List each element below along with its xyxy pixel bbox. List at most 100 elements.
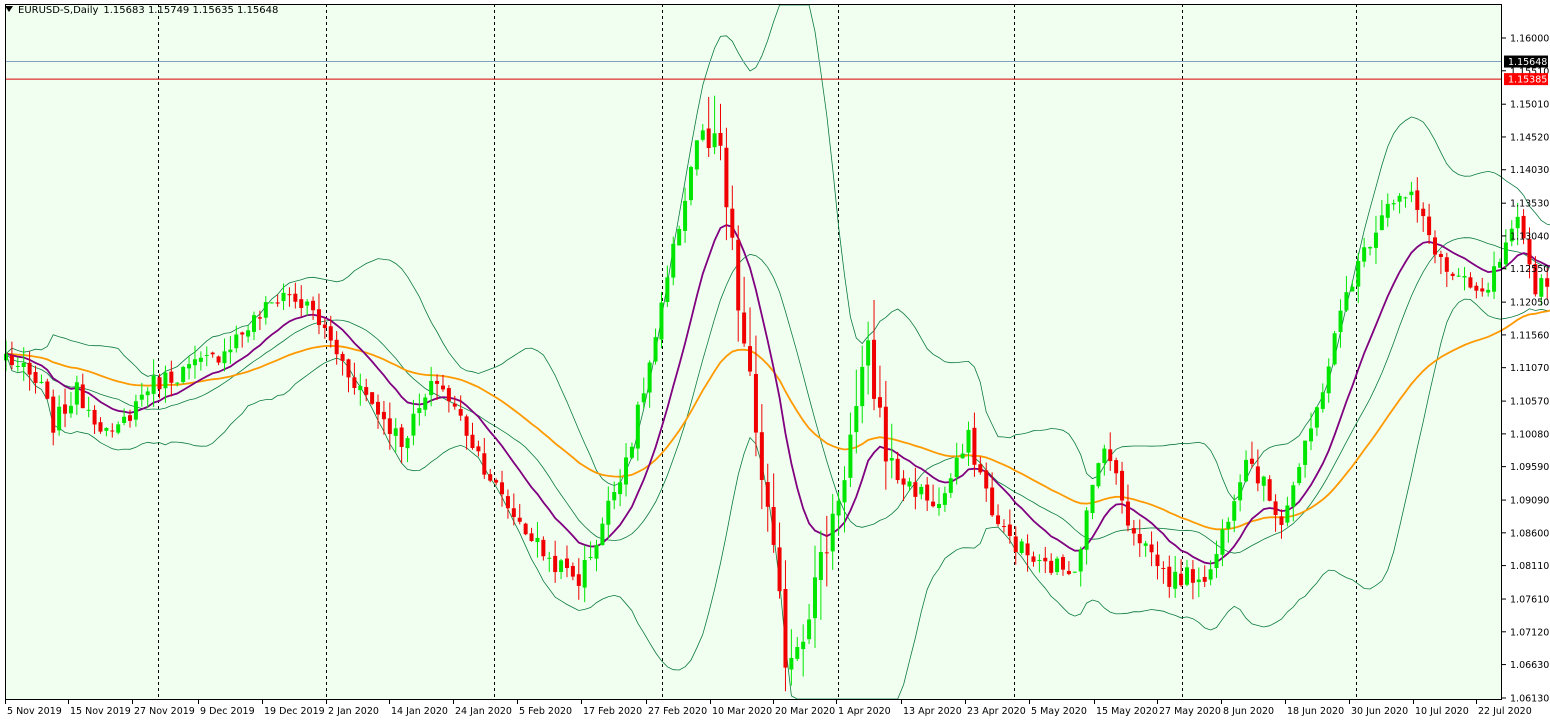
candle-body — [370, 392, 375, 404]
candle-body — [86, 409, 91, 411]
y-tick-label: 1.13530 — [1510, 199, 1549, 210]
candle-body — [1244, 459, 1249, 482]
x-tick-label: 2 Jan 2020 — [328, 706, 379, 717]
candle-body — [364, 387, 369, 395]
candle-body — [1214, 554, 1219, 569]
candle-body — [192, 359, 197, 366]
candle-body — [222, 351, 227, 364]
candle-body — [541, 539, 546, 557]
candle-body — [163, 372, 168, 389]
candle-body — [405, 438, 410, 449]
candle-body — [730, 208, 735, 238]
price-chart[interactable]: 1.160001.155101.150101.145201.140301.135… — [0, 0, 1550, 724]
candle-body — [535, 537, 540, 543]
candle-body — [151, 375, 156, 394]
candle-body — [1249, 458, 1254, 464]
candle-body — [1125, 501, 1130, 526]
candle-body — [618, 482, 623, 495]
candle-body — [240, 332, 245, 335]
candle-body — [919, 486, 924, 495]
candle-body — [594, 544, 599, 559]
candle-body — [423, 397, 428, 410]
candle-body — [629, 446, 634, 458]
candle-body — [1462, 276, 1467, 278]
candle-body — [228, 349, 233, 353]
candle-body — [600, 523, 605, 546]
candle-body — [1291, 485, 1296, 507]
candle-body — [358, 385, 363, 391]
candle-body — [470, 434, 475, 449]
candle-body — [293, 293, 298, 302]
price-axis: 1.160001.155101.150101.145201.140301.135… — [1502, 34, 1549, 705]
candle-body — [500, 482, 505, 495]
candle-body — [748, 346, 753, 372]
x-tick-label: 15 May 2020 — [1096, 706, 1158, 717]
candle-body — [889, 458, 894, 461]
candle-body — [80, 384, 85, 409]
candle-body — [553, 555, 558, 573]
candle-body — [848, 434, 853, 478]
candle-body — [877, 397, 882, 408]
candle-body — [1539, 278, 1544, 297]
candle-body — [777, 547, 782, 592]
candle-body — [665, 277, 670, 303]
collapse-triangle-icon[interactable] — [5, 6, 13, 12]
chart-header: EURUSD-S,Daily 1.15683 1.15749 1.15635 1.… — [5, 5, 278, 16]
candle-body — [63, 404, 68, 414]
candle-body — [198, 357, 203, 362]
x-tick-label: 23 Apr 2020 — [967, 706, 1026, 717]
candle-body — [1232, 501, 1237, 521]
candle-body — [712, 133, 717, 148]
candle-body — [1031, 556, 1036, 562]
candle-body — [1084, 510, 1089, 550]
candle-body — [1527, 239, 1532, 265]
candle-body — [269, 302, 274, 304]
candle-body — [1344, 292, 1349, 311]
candle-body — [1285, 505, 1290, 523]
level-price-label: 1.15385 — [1508, 75, 1547, 86]
candle-body — [305, 301, 310, 306]
candle-body — [1273, 501, 1278, 516]
candle-body — [1433, 237, 1438, 255]
candle-body — [653, 337, 658, 362]
candle-body — [1261, 476, 1266, 486]
candle-body — [1167, 566, 1172, 587]
x-tick-label: 30 Jun 2020 — [1351, 706, 1408, 717]
candle-body — [683, 200, 688, 231]
candle-body — [1149, 544, 1154, 553]
candle-body — [966, 429, 971, 453]
candle-body — [954, 457, 959, 478]
candle-body — [352, 377, 357, 388]
candle-body — [1480, 288, 1485, 292]
candle-body — [417, 408, 422, 414]
x-tick-label: 24 Jan 2020 — [455, 706, 512, 717]
candle-body — [1255, 466, 1260, 484]
y-tick-label: 1.10080 — [1510, 429, 1549, 440]
candle-body — [505, 496, 510, 509]
candle-body — [411, 413, 416, 436]
candle-body — [677, 228, 682, 246]
candle-body — [234, 334, 239, 349]
candle-body — [1120, 470, 1125, 501]
candle-body — [901, 478, 906, 485]
x-tick-label: 27 Feb 2020 — [648, 706, 707, 717]
candle-body — [1090, 484, 1095, 514]
candle-body — [1019, 541, 1024, 553]
candle-body — [872, 339, 877, 399]
candle-body — [1332, 333, 1337, 365]
candle-body — [1202, 576, 1207, 582]
candle-body — [830, 513, 835, 552]
candle-body — [110, 430, 115, 432]
candle-body — [624, 457, 629, 485]
candle-body — [1450, 273, 1455, 276]
candle-body — [446, 388, 451, 402]
candle-body — [1303, 440, 1308, 465]
y-tick-label: 1.06630 — [1510, 660, 1549, 671]
candle-body — [122, 416, 127, 423]
candle-body — [346, 359, 351, 378]
candle-body — [718, 132, 723, 146]
candle-body — [765, 482, 770, 507]
candle-body — [74, 382, 79, 405]
y-tick-label: 1.09590 — [1510, 462, 1549, 473]
candle-body — [783, 588, 788, 668]
